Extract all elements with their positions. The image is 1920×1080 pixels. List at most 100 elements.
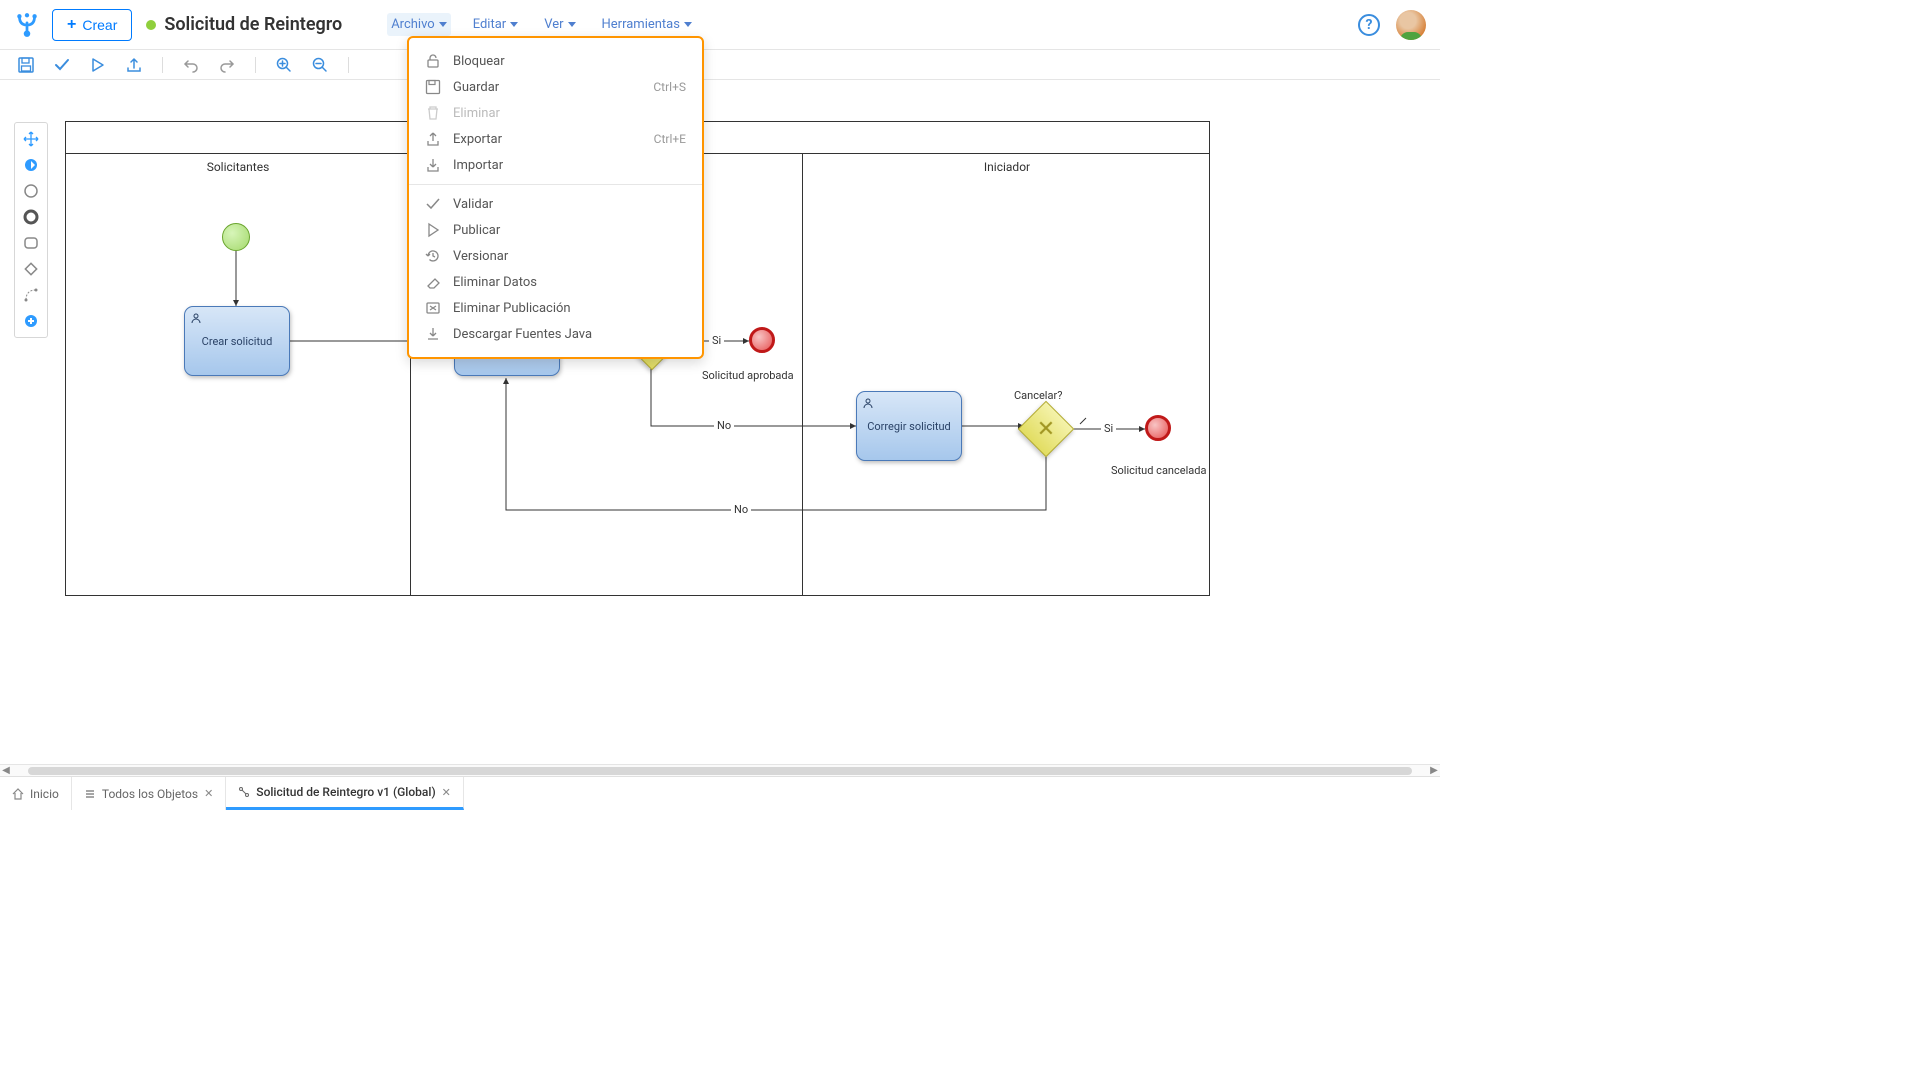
user-icon xyxy=(862,397,874,409)
task-icon[interactable] xyxy=(23,235,39,251)
scroll-right-icon[interactable]: ▶ xyxy=(1428,765,1440,776)
start-event-filled-icon[interactable] xyxy=(23,157,39,173)
lane-3[interactable]: Iniciador xyxy=(803,154,1211,595)
dd-delete: Eliminar xyxy=(409,100,702,126)
play-icon xyxy=(425,222,441,238)
user-icon xyxy=(190,312,202,324)
end-event-icon[interactable] xyxy=(23,209,39,225)
menu-tools-label: Herramientas xyxy=(602,17,680,32)
menu-file-label: Archivo xyxy=(391,17,435,32)
dd-separator xyxy=(409,184,702,185)
export-icon[interactable] xyxy=(126,57,142,73)
chevron-down-icon xyxy=(439,22,447,27)
menu-view[interactable]: Ver xyxy=(540,13,579,36)
lane-3-label: Iniciador xyxy=(803,154,1211,180)
page-title: Solicitud de Reintegro xyxy=(164,14,342,35)
zoom-in-icon[interactable] xyxy=(276,57,292,73)
separator xyxy=(348,57,349,73)
tab-home[interactable]: Inicio xyxy=(0,777,72,810)
app-logo[interactable] xyxy=(14,12,40,38)
edge-no-2: No xyxy=(731,503,751,516)
create-button[interactable]: + Crear xyxy=(52,9,132,41)
canvas[interactable]: Solicitantes Iniciador xyxy=(0,80,1440,776)
zoom-out-icon[interactable] xyxy=(312,57,328,73)
save-icon xyxy=(425,79,441,95)
dd-import[interactable]: Importar xyxy=(409,152,702,178)
dd-publish[interactable]: Publicar xyxy=(409,217,702,243)
menu-edit[interactable]: Editar xyxy=(469,13,523,36)
end1-label: Solicitud aprobada xyxy=(702,369,794,382)
avatar[interactable] xyxy=(1396,10,1426,40)
menu-tools[interactable]: Herramientas xyxy=(598,13,696,36)
dd-download-java-label: Descargar Fuentes Java xyxy=(453,327,592,342)
dd-version[interactable]: Versionar xyxy=(409,243,702,269)
scroll-left-icon[interactable]: ◀ xyxy=(0,765,12,776)
end-event-cancelled[interactable] xyxy=(1145,415,1171,441)
export-icon xyxy=(425,131,441,147)
chevron-down-icon xyxy=(510,22,518,27)
shape-palette xyxy=(14,122,48,338)
edge-yes-2: Si xyxy=(1101,422,1116,435)
dd-validate-label: Validar xyxy=(453,197,493,212)
dd-delete-data[interactable]: Eliminar Datos xyxy=(409,269,702,295)
start-event-icon[interactable] xyxy=(23,183,39,199)
move-tool-icon[interactable] xyxy=(23,131,39,147)
dd-lock-label: Bloquear xyxy=(453,54,505,69)
edge-no-1: No xyxy=(714,419,734,432)
dd-delete-data-label: Eliminar Datos xyxy=(453,275,537,290)
dd-export-label: Exportar xyxy=(453,132,502,147)
dd-save-label: Guardar xyxy=(453,80,499,95)
dd-export[interactable]: Exportar Ctrl+E xyxy=(409,126,702,152)
task-correct-label: Corregir solicitud xyxy=(867,420,951,433)
task-create-label: Crear solicitud xyxy=(202,335,273,348)
undo-icon[interactable] xyxy=(183,57,199,73)
chevron-down-icon xyxy=(568,22,576,27)
tab-current-label: Solicitud de Reintegro v1 (Global) xyxy=(256,785,435,799)
menu-file[interactable]: Archivo xyxy=(387,13,451,36)
scrollbar-thumb[interactable] xyxy=(28,767,1412,775)
menu-view-label: Ver xyxy=(544,17,563,32)
gateway2-label: Cancelar? xyxy=(1014,389,1062,402)
unpublish-icon xyxy=(425,300,441,316)
close-icon[interactable]: ✕ xyxy=(442,786,451,799)
separator xyxy=(162,57,163,73)
tab-all-objects[interactable]: Todos los Objetos ✕ xyxy=(72,777,226,810)
eraser-icon xyxy=(425,274,441,290)
play-icon[interactable] xyxy=(90,57,106,73)
end-event-approved[interactable] xyxy=(749,327,775,353)
dd-download-java[interactable]: Descargar Fuentes Java xyxy=(409,321,702,347)
status-dot-icon xyxy=(146,20,156,30)
dd-unpublish[interactable]: Eliminar Publicación xyxy=(409,295,702,321)
validate-icon[interactable] xyxy=(54,57,70,73)
lock-open-icon xyxy=(425,53,441,69)
dd-lock[interactable]: Bloquear xyxy=(409,48,702,74)
help-icon[interactable]: ? xyxy=(1358,14,1380,36)
close-icon[interactable]: ✕ xyxy=(204,787,213,800)
dd-export-shortcut: Ctrl+E xyxy=(654,132,686,146)
file-dropdown: Bloquear Guardar Ctrl+S Eliminar Exporta… xyxy=(407,36,704,359)
dd-unpublish-label: Eliminar Publicación xyxy=(453,301,571,316)
lane-1-label: Solicitantes xyxy=(66,154,410,180)
task-correct-request[interactable]: Corregir solicitud xyxy=(856,391,962,461)
horizontal-scrollbar[interactable]: ◀ ▶ xyxy=(0,764,1440,776)
gateway-icon[interactable] xyxy=(23,261,39,277)
tab-all-objects-label: Todos los Objetos xyxy=(102,787,198,801)
workflow-icon xyxy=(238,786,250,798)
dd-delete-label: Eliminar xyxy=(453,106,500,121)
task-create-request[interactable]: Crear solicitud xyxy=(184,306,290,376)
dd-publish-label: Publicar xyxy=(453,223,500,238)
save-icon[interactable] xyxy=(18,57,34,73)
tab-current[interactable]: Solicitud de Reintegro v1 (Global) ✕ xyxy=(226,777,464,810)
plus-icon: + xyxy=(67,16,76,34)
connector-icon[interactable] xyxy=(23,287,39,303)
dd-validate[interactable]: Validar xyxy=(409,191,702,217)
tab-home-label: Inicio xyxy=(30,787,59,801)
create-button-label: Crear xyxy=(82,17,117,33)
add-icon[interactable] xyxy=(23,313,39,329)
edge-yes-1: Si xyxy=(709,334,724,347)
chevron-down-icon xyxy=(684,22,692,27)
redo-icon[interactable] xyxy=(219,57,235,73)
start-event[interactable] xyxy=(222,223,250,251)
dd-save[interactable]: Guardar Ctrl+S xyxy=(409,74,702,100)
import-icon xyxy=(425,157,441,173)
